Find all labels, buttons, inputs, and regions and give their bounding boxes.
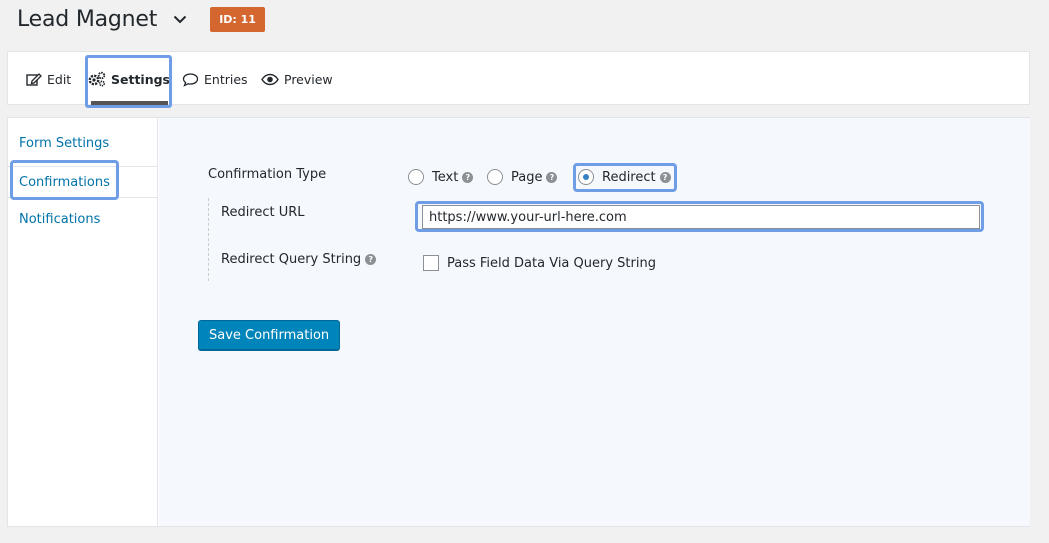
help-icon[interactable]: ? bbox=[659, 171, 671, 183]
radio-text-label: Text bbox=[432, 169, 459, 185]
toolbar-preview-label: Preview bbox=[284, 71, 333, 87]
settings-sidebar: Form Settings Confirmations Notification… bbox=[8, 118, 158, 526]
pass-field-data-label: Pass Field Data Via Query String bbox=[447, 255, 656, 271]
form-title: Lead Magnet bbox=[17, 6, 158, 32]
form-toolbar: Edit Settings Entries Preview bbox=[7, 51, 1030, 105]
confirmation-editor: Confirmation Type Text ? Page ? Redirect… bbox=[159, 118, 1030, 526]
query-string-row-label: Redirect Query String ? bbox=[221, 252, 377, 267]
sidebar-item-form-settings[interactable]: Form Settings bbox=[8, 128, 158, 159]
query-string-label: Redirect Query String bbox=[221, 252, 362, 267]
help-icon[interactable]: ? bbox=[462, 171, 474, 183]
radio-circle[interactable] bbox=[408, 169, 424, 185]
radio-redirect[interactable]: Redirect ? bbox=[578, 169, 671, 185]
redirect-url-input[interactable] bbox=[422, 205, 980, 229]
active-tab-indicator bbox=[91, 101, 168, 105]
radio-page-label: Page bbox=[511, 169, 543, 185]
radio-text[interactable]: Text ? bbox=[408, 169, 474, 185]
toolbar-edit-label: Edit bbox=[47, 71, 72, 87]
form-header: Lead Magnet ID: 11 bbox=[17, 4, 265, 34]
toolbar-entries-label: Entries bbox=[204, 71, 248, 87]
redirect-url-label: Redirect URL bbox=[221, 205, 305, 220]
edit-icon bbox=[26, 72, 42, 86]
radio-circle-checked[interactable] bbox=[578, 169, 594, 185]
confirmation-type-label: Confirmation Type bbox=[208, 167, 327, 182]
chevron-down-icon[interactable] bbox=[171, 10, 189, 28]
help-icon[interactable]: ? bbox=[546, 171, 558, 183]
radio-circle[interactable] bbox=[487, 169, 503, 185]
toolbar-edit[interactable]: Edit bbox=[26, 52, 71, 106]
pass-field-data-option[interactable]: Pass Field Data Via Query String bbox=[423, 255, 656, 271]
radio-dot bbox=[583, 174, 589, 180]
settings-panel: Form Settings Confirmations Notification… bbox=[7, 117, 1030, 527]
sidebar-item-confirmations[interactable]: Confirmations bbox=[8, 166, 158, 198]
help-icon[interactable]: ? bbox=[365, 254, 377, 265]
toolbar-settings-label: Settings bbox=[110, 71, 170, 87]
gears-icon bbox=[88, 71, 106, 87]
toolbar-preview[interactable]: Preview bbox=[261, 52, 333, 106]
sidebar-item-notifications[interactable]: Notifications bbox=[8, 204, 158, 235]
radio-page[interactable]: Page ? bbox=[487, 169, 558, 185]
toolbar-entries[interactable]: Entries bbox=[182, 52, 248, 106]
save-confirmation-button[interactable]: Save Confirmation bbox=[198, 320, 341, 350]
pass-field-data-checkbox[interactable] bbox=[423, 255, 439, 271]
form-id-badge: ID: 11 bbox=[210, 6, 265, 32]
radio-redirect-label: Redirect bbox=[602, 169, 656, 185]
eye-icon bbox=[261, 73, 279, 85]
indent-divider bbox=[208, 198, 209, 281]
toolbar-settings[interactable]: Settings bbox=[86, 52, 172, 106]
speech-bubble-icon bbox=[182, 72, 199, 87]
